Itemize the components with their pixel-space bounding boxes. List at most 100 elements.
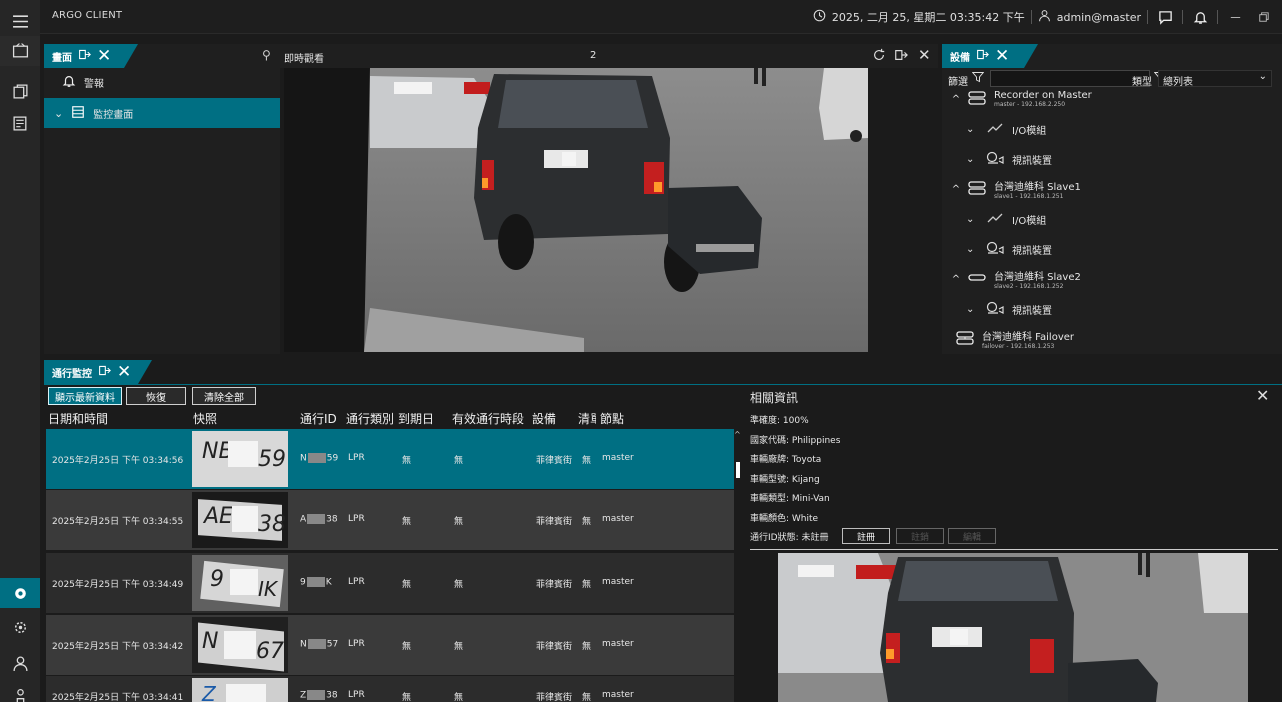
scroll-thumb[interactable] xyxy=(736,462,740,478)
chevron-down-icon[interactable]: ⌄ xyxy=(966,124,982,135)
user-outline-icon[interactable] xyxy=(0,680,40,702)
restore-button[interactable]: 恢復 xyxy=(126,387,186,405)
device-recorder-master[interactable]: ^ Recorder on Master master - 192.168.2.2… xyxy=(946,86,1092,112)
filter-icon[interactable] xyxy=(971,71,985,86)
col-node[interactable]: 節點 xyxy=(600,410,624,427)
close-icon[interactable]: ✕ xyxy=(97,47,111,65)
col-datetime[interactable]: 日期和時間 xyxy=(48,410,108,427)
popout-icon[interactable] xyxy=(976,48,989,64)
chevron-down-icon[interactable]: ⌄ xyxy=(966,304,982,315)
plate-snapshot: N 67 xyxy=(192,617,288,673)
row-device: 菲律賓街 xyxy=(536,456,573,466)
plate-text: Z xyxy=(202,682,216,702)
device-tab-label: 設備 xyxy=(950,52,970,64)
tree-item-alarm[interactable]: 警報 xyxy=(48,70,278,94)
user-icon[interactable] xyxy=(0,648,40,678)
restore-icon[interactable] xyxy=(1252,6,1274,28)
chat-icon[interactable] xyxy=(1154,6,1176,28)
close-icon[interactable]: ✕ xyxy=(1256,386,1269,405)
col-list[interactable]: 清單 xyxy=(578,410,596,427)
device-name: 視訊裝置 xyxy=(1012,245,1052,257)
col-snapshot[interactable]: 快照 xyxy=(193,410,217,427)
minimize-icon[interactable] xyxy=(1224,6,1246,28)
bell-icon[interactable] xyxy=(1189,6,1211,28)
live-view-header: 即時觀看 2 ✕ xyxy=(280,44,938,68)
settings-icon[interactable] xyxy=(0,578,40,608)
row-node: master xyxy=(602,690,634,700)
show-latest-button[interactable]: 顯示最新資料 xyxy=(48,387,122,405)
close-icon[interactable]: ✕ xyxy=(918,46,931,64)
chevron-up-icon[interactable]: ^ xyxy=(946,184,966,195)
device-recorder-slave1[interactable]: ^ 台灣迪維科 Slave1 slave1 - 192.168.1.251 xyxy=(946,176,1081,202)
device-io-module[interactable]: ⌄ I/O模組 xyxy=(966,206,1046,232)
popout-icon[interactable] xyxy=(98,364,111,380)
device-io-module[interactable]: ⌄ I/O模組 xyxy=(966,116,1046,142)
deregister-button[interactable]: 註銷 xyxy=(896,528,944,544)
monitor-icon[interactable] xyxy=(0,36,40,66)
device-tab[interactable]: 設備 ✕ xyxy=(942,44,1038,68)
table-row[interactable]: 2025年2月25日 下午 03:34:55 AE 38 A 38 LPR 無 無… xyxy=(46,490,734,550)
device-recorder-slave2[interactable]: ^ 台灣迪維科 Slave2 slave2 - 192.168.1.252 xyxy=(946,266,1081,292)
live-camera-view[interactable] xyxy=(284,68,868,352)
layers-icon[interactable] xyxy=(0,76,40,106)
row-datetime: 2025年2月25日 下午 03:34:56 xyxy=(52,456,184,466)
menu-icon[interactable] xyxy=(0,6,40,36)
device-failover[interactable]: 台灣迪維科 Failover failover - 192.168.1.253 xyxy=(956,326,1074,352)
row-list: 無 xyxy=(582,580,592,590)
popout-icon[interactable] xyxy=(78,48,91,64)
plate-blur xyxy=(228,441,258,467)
close-icon[interactable]: ✕ xyxy=(995,47,1009,65)
traffic-tab[interactable]: 通行監控 ✕ xyxy=(44,360,152,384)
gears-icon[interactable] xyxy=(0,612,40,642)
chevron-down-icon[interactable]: ⌄ xyxy=(54,107,63,120)
recorder-icon xyxy=(968,180,986,198)
col-pass-id[interactable]: 通行ID xyxy=(300,410,337,427)
device-video[interactable]: ⌄ 視訊裝置 xyxy=(966,236,1052,262)
chevron-down-icon[interactable]: ⌄ xyxy=(966,244,982,255)
col-pass-category[interactable]: 通行類別 xyxy=(346,410,394,427)
table-row[interactable]: 2025年2月25日 下午 03:34:56 NB 59 N 59 LPR 無 無… xyxy=(46,429,734,489)
register-button[interactable]: 註冊 xyxy=(842,528,890,544)
plate-text: AE xyxy=(204,504,233,529)
chevron-down-icon[interactable]: ⌄ xyxy=(966,154,982,165)
chevron-up-icon[interactable]: ^ xyxy=(946,94,966,105)
tree-item-monitor-screen[interactable]: ⌄ 監控畫面 xyxy=(44,98,280,128)
device-video[interactable]: ⌄ 視訊裝置 xyxy=(966,296,1052,322)
channel-number: 2 xyxy=(590,50,597,61)
bell-icon xyxy=(62,74,76,91)
scroll-up-icon[interactable]: ^ xyxy=(734,430,741,439)
filter-input[interactable] xyxy=(990,70,1150,87)
type-select[interactable]: 總列表 ⌄ xyxy=(1158,70,1272,88)
device-address: slave2 - 192.168.1.252 xyxy=(994,282,1064,290)
row-period: 無 xyxy=(454,517,464,527)
report-icon[interactable] xyxy=(0,108,40,138)
row-datetime: 2025年2月25日 下午 03:34:55 xyxy=(52,517,184,527)
table-row[interactable]: 2025年2月25日 下午 03:34:42 N 67 N 57 LPR 無 無 … xyxy=(46,615,734,675)
row-category: LPR xyxy=(348,514,365,524)
edit-button[interactable]: 編輯 xyxy=(948,528,996,544)
screen-tab[interactable]: 畫面 ✕ xyxy=(44,44,138,68)
col-valid-period[interactable]: 有效通行時段 xyxy=(452,410,524,427)
close-icon[interactable]: ✕ xyxy=(117,363,131,381)
user-name[interactable]: admin@master xyxy=(1057,11,1141,24)
refresh-icon[interactable] xyxy=(872,48,886,65)
divider xyxy=(1030,10,1032,24)
table-scrollbar[interactable]: ^ xyxy=(734,430,742,702)
plate-snapshot: NB 59 xyxy=(192,431,288,487)
device-video[interactable]: ⌄ 視訊裝置 xyxy=(966,146,1052,172)
chevron-up-icon[interactable]: ^ xyxy=(946,274,966,285)
col-expiry[interactable]: 到期日 xyxy=(398,410,434,427)
col-device[interactable]: 設備 xyxy=(532,410,556,427)
row-device: 菲律賓街 xyxy=(536,642,573,652)
table-row[interactable]: 2025年2月25日 下午 03:34:41 Z Z 38 LPR 無 無 菲律賓… xyxy=(46,676,734,702)
plate-text: 38 xyxy=(258,512,286,537)
popout-icon[interactable] xyxy=(894,48,908,65)
pin-icon[interactable]: ⚲ xyxy=(262,48,271,62)
row-expiry: 無 xyxy=(402,456,412,466)
table-row[interactable]: 2025年2月25日 下午 03:34:49 9 IK 9K LPR 無 無 菲… xyxy=(46,553,734,613)
clear-all-button[interactable]: 清除全部 xyxy=(192,387,256,405)
device-address: slave1 - 192.168.1.251 xyxy=(994,192,1064,200)
row-category: LPR xyxy=(348,577,365,587)
chevron-down-icon[interactable]: ⌄ xyxy=(966,214,982,225)
row-device: 菲律賓街 xyxy=(536,517,573,527)
